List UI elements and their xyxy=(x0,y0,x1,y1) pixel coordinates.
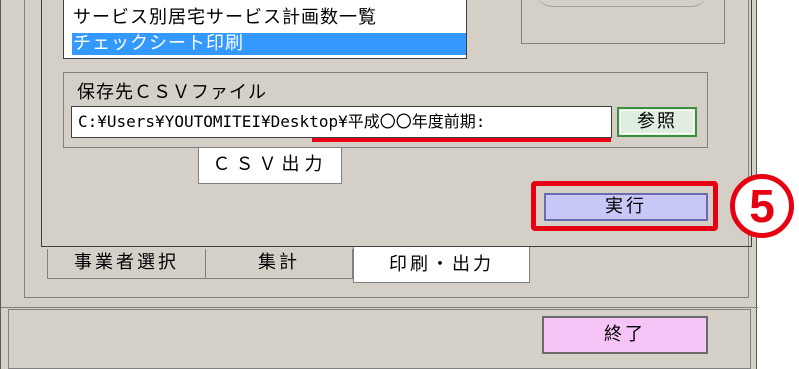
csv-path-input[interactable]: C:¥Users¥YOUTOMITEI¥Desktop¥平成〇〇年度前期: xyxy=(71,106,612,138)
report-listbox[interactable]: サービス別居宅サービス計画数一覧 チェックシート印刷 xyxy=(63,0,467,59)
step-number-badge: 5 xyxy=(730,174,794,238)
app-window: サービス別居宅サービス計画数一覧 チェックシート印刷 保存先ＣＳＶファイル C:… xyxy=(0,0,758,369)
frame-curve xyxy=(537,0,707,7)
options-frame xyxy=(521,0,725,44)
tab-aggregate[interactable]: 集計 xyxy=(206,249,353,279)
execute-button[interactable]: 実行 xyxy=(544,193,708,221)
exit-button[interactable]: 終了 xyxy=(542,316,708,354)
path-highlight-underline xyxy=(312,138,611,142)
divider xyxy=(1,307,758,308)
tab-print-output[interactable]: 印刷・出力 xyxy=(353,247,530,283)
list-item-check-sheet-print[interactable]: チェックシート印刷 xyxy=(72,33,466,55)
list-item-service-plan-count[interactable]: サービス別居宅サービス計画数一覧 xyxy=(73,7,377,29)
tab-csv-output[interactable]: ＣＳＶ出力 xyxy=(198,148,342,184)
csv-save-label: 保存先ＣＳＶファイル xyxy=(77,82,267,103)
tab-provider-select[interactable]: 事業者選択 xyxy=(47,249,206,279)
browse-button[interactable]: 参照 xyxy=(617,107,697,137)
